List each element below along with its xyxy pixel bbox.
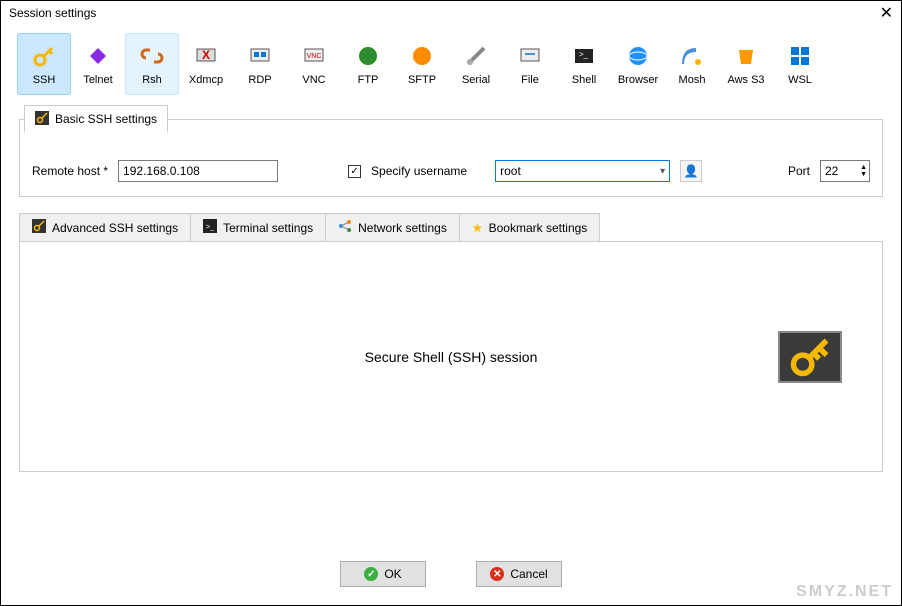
tab-label: Advanced SSH settings	[52, 221, 178, 235]
key-icon	[30, 42, 58, 70]
svg-text:>_: >_	[206, 224, 214, 231]
tab-advanced-ssh[interactable]: Advanced SSH settings	[19, 213, 191, 241]
tab-label: Basic SSH settings	[55, 112, 157, 126]
bucket-icon	[732, 42, 760, 70]
toolbar-label: Xdmcp	[189, 74, 223, 86]
toolbar-label: Telnet	[83, 74, 112, 86]
specify-username-label: Specify username	[371, 164, 467, 178]
username-combo[interactable]: root ▾	[495, 160, 670, 182]
username-value: root	[500, 164, 521, 178]
toolbar-label: Browser	[618, 74, 658, 86]
user-manage-button[interactable]: 👤	[680, 160, 702, 182]
svg-text:>_: >_	[579, 50, 589, 59]
session-heading: Secure Shell (SSH) session	[365, 349, 538, 365]
globe-blue-icon	[624, 42, 652, 70]
xdmcp-icon: X	[192, 42, 220, 70]
port-label: Port	[788, 164, 810, 178]
tab-label: Bookmark settings	[489, 221, 588, 235]
toolbar-item-ftp[interactable]: FTP	[341, 33, 395, 95]
dialog-footer: ✓ OK ✕ Cancel	[1, 561, 901, 587]
star-icon: ★	[472, 221, 483, 235]
chevron-down-icon: ▾	[660, 166, 665, 177]
globe-orange-icon	[408, 42, 436, 70]
file-icon	[516, 42, 544, 70]
toolbar-item-shell[interactable]: >_ Shell	[557, 33, 611, 95]
x-icon: ✕	[490, 567, 504, 581]
port-value: 22	[825, 164, 838, 178]
remote-host-input[interactable]	[118, 160, 278, 182]
cancel-label: Cancel	[510, 567, 547, 581]
rdp-icon	[246, 42, 274, 70]
toolbar-item-browser[interactable]: Browser	[611, 33, 665, 95]
tab-bookmark[interactable]: ★ Bookmark settings	[459, 213, 600, 241]
tab-terminal[interactable]: >_ Terminal settings	[190, 213, 326, 241]
close-button[interactable]: ✕	[880, 3, 893, 23]
key-large-icon	[788, 335, 832, 379]
terminal-small-icon: >_	[203, 219, 217, 236]
toolbar-label: Aws S3	[727, 74, 764, 86]
toolbar-item-mosh[interactable]: Mosh	[665, 33, 719, 95]
settings-tabs: Advanced SSH settings >_ Terminal settin…	[19, 213, 883, 242]
ok-button[interactable]: ✓ OK	[340, 561, 426, 587]
link-icon	[138, 42, 166, 70]
key-small-icon	[35, 111, 49, 128]
toolbar-label: File	[521, 74, 539, 86]
satellite-icon	[678, 42, 706, 70]
check-icon: ✓	[364, 567, 378, 581]
globe-green-icon	[354, 42, 382, 70]
svg-text:X: X	[202, 48, 210, 62]
toolbar-item-telnet[interactable]: Telnet	[71, 33, 125, 95]
settings-tabs-container: Advanced SSH settings >_ Terminal settin…	[19, 213, 883, 472]
key-small-icon	[32, 219, 46, 236]
network-icon	[338, 219, 352, 236]
diamond-icon	[84, 42, 112, 70]
toolbar-label: WSL	[788, 74, 812, 86]
session-settings-window: Session settings ✕ SSH Telnet Rsh X Xdmc…	[0, 0, 902, 606]
titlebar: Session settings ✕	[1, 1, 901, 25]
toolbar-label: VNC	[302, 74, 325, 86]
toolbar-item-ssh[interactable]: SSH	[17, 33, 71, 95]
toolbar-label: Mosh	[679, 74, 706, 86]
session-type-graphic	[778, 331, 842, 383]
toolbar-label: SSH	[33, 74, 56, 86]
toolbar-item-rdp[interactable]: RDP	[233, 33, 287, 95]
toolbar-item-sftp[interactable]: SFTP	[395, 33, 449, 95]
remote-host-label: Remote host *	[32, 164, 108, 178]
user-icon: 👤	[684, 164, 699, 178]
svg-text:VNC: VNC	[307, 53, 322, 60]
toolbar-item-wsl[interactable]: WSL	[773, 33, 827, 95]
toolbar-label: RDP	[248, 74, 271, 86]
session-type-toolbar: SSH Telnet Rsh X Xdmcp RDP VNC VNC FTP S…	[1, 25, 901, 99]
toolbar-item-xdmcp[interactable]: X Xdmcp	[179, 33, 233, 95]
basic-settings-row: Remote host * ✓ Specify username root ▾ …	[32, 160, 870, 182]
toolbar-label: SFTP	[408, 74, 436, 86]
tab-label: Terminal settings	[223, 221, 313, 235]
toolbar-item-aws-s3[interactable]: Aws S3	[719, 33, 773, 95]
windows-icon	[786, 42, 814, 70]
session-content-pane: Secure Shell (SSH) session	[19, 242, 883, 472]
toolbar-item-file[interactable]: File	[503, 33, 557, 95]
specify-username-checkbox[interactable]: ✓	[348, 165, 361, 178]
port-spinner[interactable]: 22 ▲▼	[820, 160, 870, 182]
toolbar-item-serial[interactable]: Serial	[449, 33, 503, 95]
window-title: Session settings	[9, 6, 96, 20]
tab-network[interactable]: Network settings	[325, 213, 460, 241]
toolbar-item-vnc[interactable]: VNC VNC	[287, 33, 341, 95]
toolbar-label: Shell	[572, 74, 596, 86]
basic-ssh-panel: Basic SSH settings Remote host * ✓ Speci…	[19, 119, 883, 197]
toolbar-label: Rsh	[142, 74, 162, 86]
toolbar-label: FTP	[358, 74, 379, 86]
terminal-icon: >_	[570, 42, 598, 70]
spinner-arrows[interactable]: ▲▼	[860, 164, 869, 178]
toolbar-item-rsh[interactable]: Rsh	[125, 33, 179, 95]
toolbar-label: Serial	[462, 74, 490, 86]
tab-label: Network settings	[358, 221, 447, 235]
tab-basic-ssh[interactable]: Basic SSH settings	[24, 105, 168, 133]
cancel-button[interactable]: ✕ Cancel	[476, 561, 562, 587]
ok-label: OK	[384, 567, 401, 581]
vnc-icon: VNC	[300, 42, 328, 70]
serial-icon	[462, 42, 490, 70]
